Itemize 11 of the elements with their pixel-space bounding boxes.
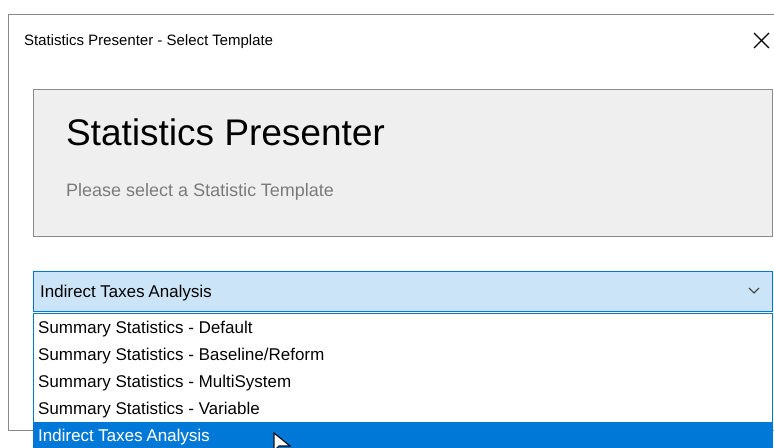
close-icon[interactable]: [753, 32, 770, 49]
subtitle: Please select a Statistic Template: [66, 180, 334, 201]
chevron-icon: [748, 287, 760, 295]
template-dropdown[interactable]: Indirect Taxes Analysis: [33, 271, 773, 312]
dropdown-option[interactable]: Summary Statistics - MultiSystem: [34, 368, 772, 395]
dropdown-option[interactable]: Summary Statistics - Baseline/Reform: [34, 341, 772, 368]
dropdown-option[interactable]: Summary Statistics - Variable: [34, 395, 772, 422]
window-title: Statistics Presenter - Select Template: [24, 32, 273, 48]
dropdown-option[interactable]: Summary Statistics - Default: [34, 314, 772, 341]
app-title: Statistics Presenter: [66, 112, 385, 154]
dropdown-option[interactable]: Indirect Taxes Analysis: [34, 422, 772, 448]
